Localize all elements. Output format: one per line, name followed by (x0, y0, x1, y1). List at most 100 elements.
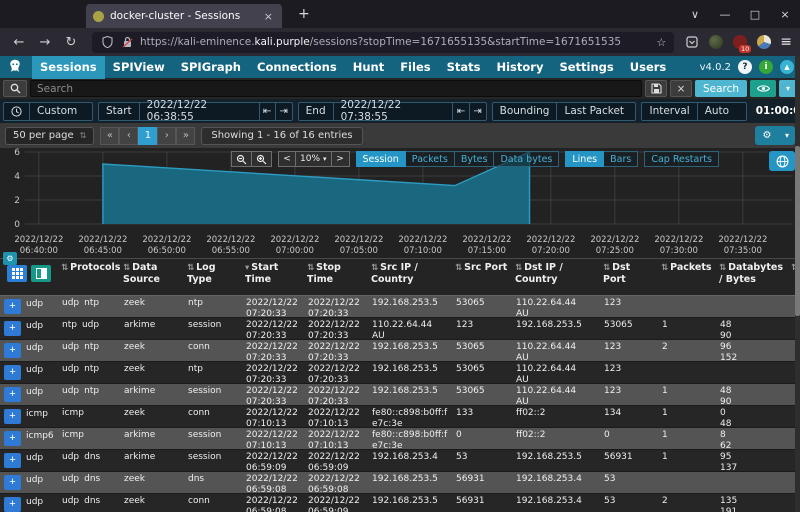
reload-button[interactable]: ↻ (60, 35, 82, 50)
style-bars-toggle[interactable]: Bars (604, 151, 639, 167)
col-header-protocols[interactable]: ⇅ Protocols (58, 259, 120, 286)
style-lines-toggle[interactable]: Lines (565, 151, 605, 167)
table-row[interactable]: + udp udp ntp arkime session 2022/12/22 07:20:3… (0, 384, 800, 406)
pan-left-button[interactable]: < (278, 151, 296, 167)
settings-gear-button[interactable]: ⚙ (755, 126, 779, 145)
metric-bytes-toggle[interactable]: Bytes (454, 151, 495, 167)
table-settings-button[interactable]: ⚙ (3, 252, 17, 265)
col-header-databytes-bytes[interactable]: ⇅ Databytes / Bytes (716, 259, 788, 286)
zoom-level-select[interactable]: 10% ▾ (296, 151, 332, 167)
protocol-tag[interactable]: udp (62, 452, 79, 462)
extension-icon-2[interactable]: 10 (732, 35, 752, 53)
expand-session-button[interactable]: + (4, 431, 21, 446)
protocol-tag[interactable]: udp (62, 342, 79, 352)
scrollbar[interactable] (795, 56, 800, 512)
url-bar[interactable]: https://kali-eminence.kali.purple/sessio… (92, 31, 675, 53)
collapse-header-icon[interactable]: ▲ (780, 60, 794, 74)
column-config-button[interactable] (31, 265, 51, 283)
protocol-tag[interactable]: dns (84, 474, 100, 484)
protocol-tag[interactable]: udp (62, 364, 79, 374)
table-row[interactable]: + udp udp ntp zeek ntp 2022/12/22 07:20:33 2022/… (0, 362, 800, 384)
shield-icon[interactable] (100, 35, 115, 50)
view-menu-button[interactable] (7, 265, 27, 283)
nav-item-files[interactable]: Files (392, 56, 438, 79)
nav-item-history[interactable]: History (488, 56, 551, 79)
protocol-tag[interactable]: ntp (84, 342, 99, 352)
settings-caret-button[interactable]: ▾ (779, 126, 795, 145)
col-header-src-ip-country[interactable]: ⇅ Src IP / Country (368, 259, 452, 286)
time-range-select[interactable]: Custom (30, 103, 92, 120)
table-row[interactable]: + udp udp dns arkime session 2022/12/22 06:59:0… (0, 450, 800, 472)
nav-item-hunt[interactable]: Hunt (345, 56, 393, 79)
protocol-tag[interactable]: udp (62, 474, 79, 484)
start-time-input[interactable]: 2022/12/22 06:38:55 (140, 99, 260, 123)
protocol-tag[interactable]: ntp (84, 386, 99, 396)
nav-item-sessions[interactable]: Sessions (32, 55, 105, 79)
pocket-save-icon[interactable] (684, 35, 699, 50)
map-toggle-button[interactable] (769, 151, 795, 171)
menu-hamburger-icon[interactable]: ≡ (780, 34, 792, 50)
expand-session-button[interactable]: + (4, 409, 21, 424)
window-maximize-button[interactable]: □ (740, 8, 770, 21)
protocol-tag[interactable]: udp (62, 298, 79, 308)
col-header-log-type[interactable]: ⇅ Log Type (184, 259, 242, 286)
nav-item-users[interactable]: Users (622, 56, 675, 79)
pager-first-button[interactable]: « (100, 126, 120, 145)
protocol-tag[interactable]: udp (62, 496, 79, 506)
per-page-select[interactable]: 50 per page ⇅ (5, 126, 95, 145)
col-header-data-source[interactable]: ⇅ Data Source (120, 259, 184, 286)
pager-last-button[interactable]: » (176, 126, 196, 145)
window-close-button[interactable]: × (770, 8, 800, 21)
col-header-src-port[interactable]: ⇅ Src Port (452, 259, 512, 286)
zoom-in-button[interactable] (252, 151, 272, 167)
back-button[interactable]: ← (8, 35, 30, 50)
pager-page-button[interactable]: 1 (138, 126, 158, 145)
col-header-stop-time[interactable]: ⇅ Stop Time (304, 259, 368, 286)
search-button[interactable]: Search (695, 80, 747, 97)
expand-session-button[interactable]: + (4, 497, 21, 512)
protocol-tag[interactable]: ntp (84, 364, 99, 374)
col-header-start-time[interactable]: ▾ Start Time (242, 259, 304, 286)
expand-session-button[interactable]: + (4, 321, 21, 336)
protocol-tag[interactable]: dns (84, 496, 100, 506)
end-skip-forward-button[interactable]: ⇥ (470, 103, 486, 120)
table-row[interactable]: + udp ntp udp arkime session 2022/12/22 07:20:3… (0, 318, 800, 340)
zoom-out-button[interactable] (231, 151, 252, 167)
start-skip-forward-button[interactable]: ⇥ (276, 103, 292, 120)
clear-search-button[interactable]: × (670, 80, 692, 97)
window-minimize-button[interactable]: — (710, 8, 740, 21)
nav-item-stats[interactable]: Stats (439, 56, 489, 79)
metric-packets-toggle[interactable]: Packets (405, 151, 455, 167)
end-skip-back-button[interactable]: ⇤ (453, 102, 470, 120)
table-row[interactable]: + udp udp ntp zeek ntp 2022/12/22 07:20:33 2022/… (0, 296, 800, 318)
protocol-tag[interactable]: icmp (62, 430, 84, 440)
protocol-tag[interactable]: ntp (62, 320, 77, 330)
protocol-tag[interactable]: udp (62, 386, 79, 396)
expand-session-button[interactable]: + (4, 387, 21, 402)
lock-insecure-icon[interactable] (120, 35, 135, 50)
expand-session-button[interactable]: + (4, 343, 21, 358)
protocol-tag[interactable]: ntp (84, 298, 99, 308)
new-tab-button[interactable]: + (292, 6, 316, 22)
nav-item-spiview[interactable]: SPIView (105, 56, 173, 79)
pan-right-button[interactable]: > (331, 151, 350, 167)
nav-item-connections[interactable]: Connections (249, 56, 345, 79)
profile-avatar-icon[interactable] (756, 35, 771, 50)
col-header-dst-port[interactable]: ⇅ Dst Port (600, 259, 658, 286)
end-time-input[interactable]: 2022/12/22 07:38:55 (334, 99, 454, 123)
pager-next-button[interactable]: › (157, 126, 177, 145)
forward-button[interactable]: → (34, 35, 56, 50)
search-input[interactable] (30, 80, 642, 97)
table-row[interactable]: + icmp icmp zeek conn 2022/12/22 07:10:13 2022/… (0, 406, 800, 428)
views-eye-button[interactable] (750, 80, 776, 97)
metric-session-toggle[interactable]: Session (355, 151, 406, 167)
expand-session-button[interactable]: + (4, 299, 21, 314)
scrollbar-thumb[interactable] (795, 146, 800, 316)
col-header-packets[interactable]: ⇅ Packets (658, 259, 716, 286)
table-row[interactable]: + udp udp dns zeek dns 2022/12/22 06:59:08 2022/… (0, 472, 800, 494)
browser-tab[interactable]: docker-cluster - Sessions × (86, 4, 282, 28)
expand-session-button[interactable]: + (4, 475, 21, 490)
extension-icon-1[interactable] (708, 35, 723, 50)
protocol-tag[interactable]: udp (82, 320, 99, 330)
table-row[interactable]: + udp udp dns zeek conn 2022/12/22 06:59:08 2022… (0, 494, 800, 512)
